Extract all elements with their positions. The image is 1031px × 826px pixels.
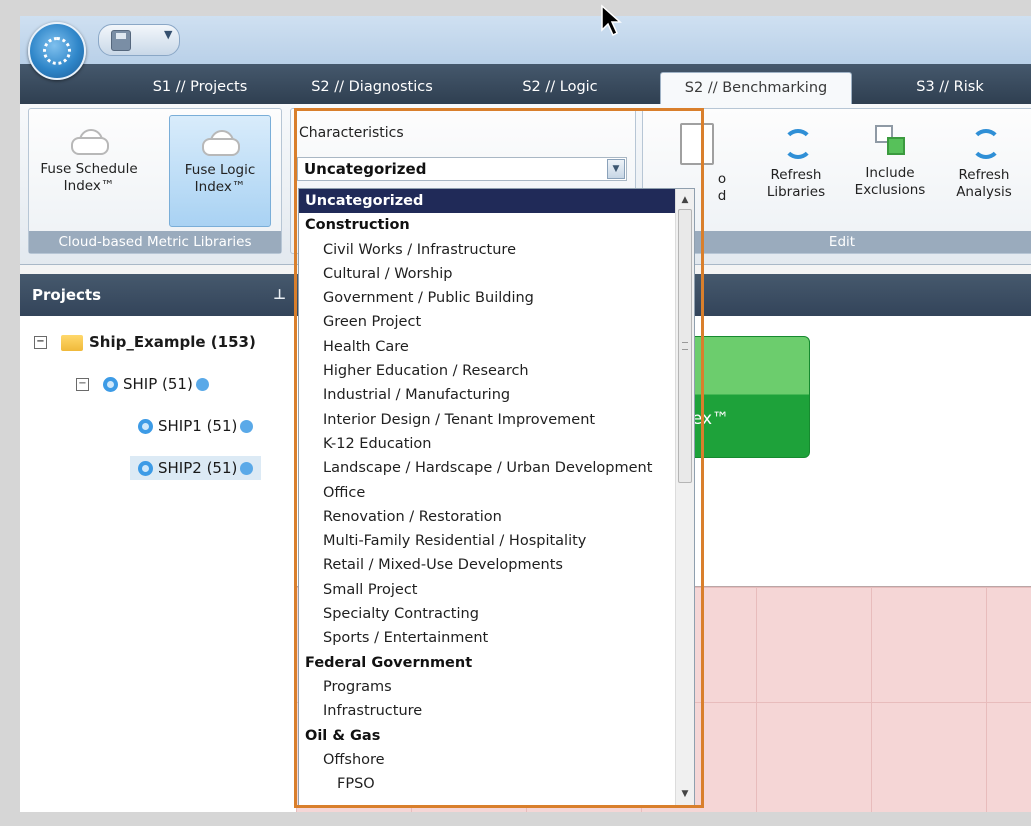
characteristics-combobox[interactable]: Uncategorized ▼ — [297, 157, 627, 181]
dropdown-item[interactable]: Green Project — [299, 310, 675, 334]
dropdown-item[interactable]: Programs — [299, 675, 675, 699]
dropdown-items: Uncategorized Construction Civil Works / I… — [299, 189, 675, 796]
folder-icon — [61, 334, 83, 351]
document-icon — [680, 123, 714, 165]
tree-node-ship2[interactable]: SHIP2 (51) — [130, 456, 262, 480]
cloud-group-label: Cloud-based Metric Libraries — [29, 231, 281, 253]
project-icon — [103, 377, 118, 392]
chevron-down-icon[interactable]: ▼ — [607, 159, 625, 179]
dropdown-item[interactable]: Government / Public Building — [299, 286, 675, 310]
dropdown-item[interactable]: Higher Education / Research — [299, 359, 675, 383]
dropdown-item[interactable]: Specialty Contracting — [299, 602, 675, 626]
tab-logic[interactable]: S2 // Logic — [498, 72, 622, 104]
dropdown-item[interactable]: Offshore — [299, 748, 675, 772]
tab-risk[interactable]: S3 // Risk — [890, 72, 1010, 104]
link-icon — [240, 420, 254, 433]
cloud-libraries-group: Fuse Schedule Index™ Fuse Logic Index™ C… — [28, 108, 282, 254]
fuse-logic-index-button[interactable]: Fuse Logic Index™ — [169, 115, 271, 227]
project-icon — [138, 461, 153, 476]
app-logo-icon — [43, 37, 71, 65]
save-icon[interactable] — [111, 30, 131, 51]
dropdown-item[interactable]: Landscape / Hardscape / Urban Developmen… — [299, 456, 675, 480]
dropdown-item[interactable]: Health Care — [299, 335, 675, 359]
ribbon-tab-bar: S1 // Projects S2 // Diagnostics S2 // L… — [20, 64, 1031, 104]
project-icon — [138, 419, 153, 434]
projects-panel-title: Projects — [32, 286, 102, 304]
dropdown-item[interactable]: Office — [299, 481, 675, 505]
link-icon — [240, 462, 254, 475]
collapse-icon[interactable]: − — [34, 336, 47, 349]
dropdown-category-item[interactable]: Uncategorized — [299, 189, 675, 214]
dropdown-item[interactable]: FPSO — [299, 772, 675, 796]
dropdown-item[interactable]: Small Project — [299, 578, 675, 602]
quick-access-dropdown-icon[interactable]: ▼ — [164, 28, 172, 41]
projects-panel: Projects ⊥ − Ship_Example (153) − SHIP (51… — [20, 274, 297, 812]
dropdown-item[interactable]: Interior Design / Tenant Improvement — [299, 408, 675, 432]
scrollbar-thumb[interactable] — [678, 209, 692, 483]
tree-node-folder[interactable]: − Ship_Example (153) — [34, 330, 256, 354]
refresh-analysis-icon — [967, 125, 1001, 159]
link-icon — [195, 378, 209, 391]
projects-panel-header: Projects ⊥ — [20, 274, 296, 316]
characteristics-value: Uncategorized — [304, 160, 427, 178]
refresh-libraries-button[interactable]: Refresh Libraries — [753, 115, 839, 201]
dropdown-item[interactable]: K-12 Education — [299, 432, 675, 456]
dropdown-item[interactable]: Retail / Mixed-Use Developments — [299, 553, 675, 577]
edit-group: o d Refresh Libraries Include Exclusions… — [642, 108, 1031, 254]
dropdown-category-item[interactable]: Federal Government — [299, 651, 675, 675]
tab-projects[interactable]: S1 // Projects — [116, 72, 284, 104]
dropdown-item[interactable]: Multi-Family Residential / Hospitality — [299, 529, 675, 553]
dropdown-category-item[interactable]: Construction — [299, 213, 675, 237]
dropdown-item[interactable]: Industrial / Manufacturing — [299, 383, 675, 407]
characteristics-label: Characteristics — [299, 125, 404, 141]
scroll-up-icon[interactable]: ▲ — [676, 191, 694, 209]
edit-group-label: Edit — [643, 231, 1031, 253]
dropdown-item[interactable]: Civil Works / Infrastructure — [299, 238, 675, 262]
cloud-icon — [202, 130, 240, 156]
dropdown-category-item[interactable]: Oil & Gas — [299, 724, 675, 748]
refresh-analysis-button[interactable]: Refresh Analysis — [939, 115, 1029, 201]
collapse-icon[interactable]: − — [76, 378, 89, 391]
tree-node-ship[interactable]: − SHIP (51) — [76, 372, 209, 396]
dropdown-item[interactable]: Renovation / Restoration — [299, 505, 675, 529]
mouse-cursor-icon — [601, 4, 622, 37]
pin-icon[interactable]: ⊥ — [273, 274, 286, 316]
dropdown-item[interactable]: Sports / Entertainment — [299, 626, 675, 650]
application-menu-button[interactable] — [28, 22, 86, 80]
title-bar: ▼ — [20, 16, 1031, 64]
scroll-down-icon[interactable]: ▼ — [676, 785, 694, 803]
tree-node-ship1[interactable]: SHIP1 (51) — [138, 414, 254, 438]
dropdown-scrollbar[interactable]: ▲ ▼ — [675, 189, 694, 805]
tab-benchmarking[interactable]: S2 // Benchmarking — [660, 72, 852, 104]
include-exclusions-icon — [873, 123, 907, 157]
cloud-icon — [71, 129, 109, 155]
fuse-schedule-index-button[interactable]: Fuse Schedule Index™ — [33, 115, 145, 195]
characteristics-dropdown-list[interactable]: Uncategorized Construction Civil Works / I… — [298, 188, 695, 806]
dropdown-item[interactable]: Cultural / Worship — [299, 262, 675, 286]
dropdown-item[interactable]: Infrastructure — [299, 699, 675, 723]
include-exclusions-button[interactable]: Include Exclusions — [843, 115, 937, 199]
app-window: ▼ S1 // Projects S2 // Diagnostics S2 //… — [20, 16, 1031, 812]
refresh-icon — [779, 125, 813, 159]
tab-diagnostics[interactable]: S2 // Diagnostics — [292, 72, 452, 104]
